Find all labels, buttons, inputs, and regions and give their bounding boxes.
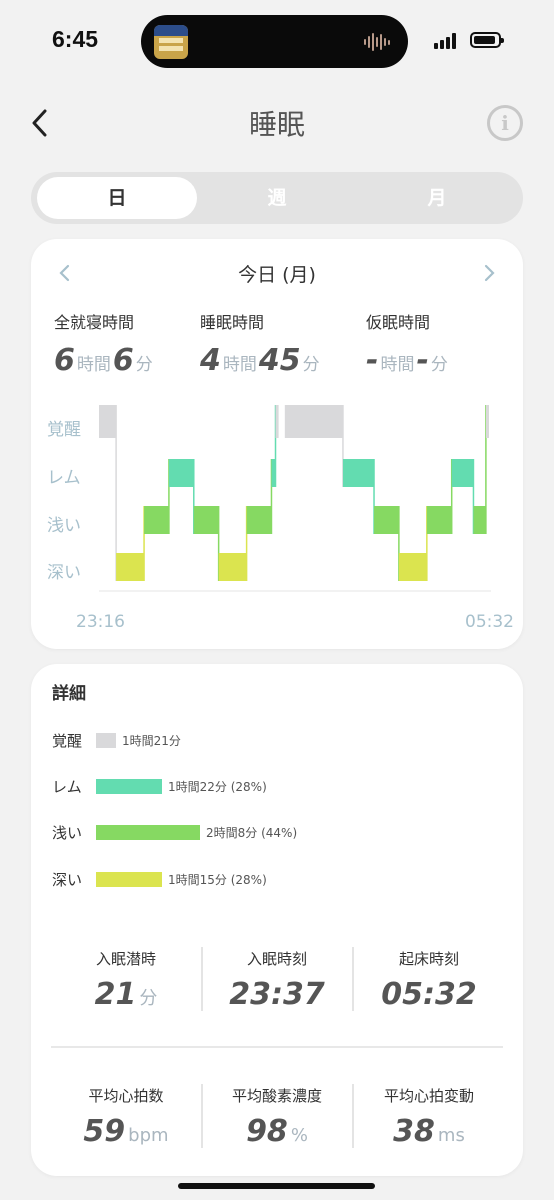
status-bar: 6:45 bbox=[0, 0, 554, 84]
metric-avg-heart-rate: 平均心拍数 59 bpm bbox=[51, 1085, 201, 1149]
metric-label: 平均心拍変動 bbox=[383, 1087, 474, 1105]
metric-wake-time: 起床時刻 05:32 bbox=[354, 948, 504, 1012]
sleep-segment bbox=[144, 506, 169, 534]
info-icon: i bbox=[501, 111, 509, 135]
sleep-segment bbox=[473, 506, 486, 534]
metric-value: 05:32 bbox=[381, 977, 477, 1012]
sleep-segment bbox=[398, 553, 427, 581]
tab-day[interactable]: 日 bbox=[37, 177, 197, 219]
detail-bar bbox=[96, 732, 116, 748]
audio-waveform-icon bbox=[364, 31, 392, 53]
detail-bar bbox=[96, 824, 200, 840]
chart-start-time: 23:16 bbox=[76, 612, 125, 632]
sleep-segment bbox=[284, 405, 343, 438]
sleep-segment bbox=[374, 506, 399, 534]
metric-unit: ms bbox=[437, 1125, 465, 1146]
detail-row-awake: 覚醒 1時間21分 bbox=[52, 730, 181, 750]
metric-label: 入眠時刻 bbox=[246, 950, 307, 968]
metric-label: 入眠潜時 bbox=[95, 950, 156, 968]
detail-duration: 1時間15分 (28%) bbox=[168, 872, 267, 887]
tab-month[interactable]: 月 bbox=[357, 177, 517, 219]
detail-row-light: 浅い 2時間8分 (44%) bbox=[52, 822, 297, 842]
metric-sleep-onset: 入眠時刻 23:37 bbox=[202, 948, 352, 1012]
sleep-segment bbox=[426, 506, 452, 534]
sleep-details-card: 詳細 覚醒 1時間21分 レム 1時間22分 (28%) 浅い 2時間8分 (4… bbox=[31, 664, 523, 1176]
detail-duration: 2時間8分 (44%) bbox=[206, 825, 298, 840]
metric-unit: 分 bbox=[139, 988, 158, 1009]
metric-unit: bpm bbox=[128, 1125, 169, 1146]
detail-row-deep: 深い 1時間15分 (28%) bbox=[52, 869, 267, 889]
metric-value: 38 bbox=[393, 1114, 435, 1149]
battery-icon bbox=[470, 32, 504, 48]
home-indicator[interactable] bbox=[178, 1183, 375, 1189]
metric-label: 起床時刻 bbox=[398, 950, 459, 968]
detail-stage-name: レム bbox=[52, 777, 82, 796]
tab-week[interactable]: 週 bbox=[197, 177, 357, 219]
sleep-segment bbox=[451, 459, 474, 487]
detail-bar bbox=[96, 778, 162, 794]
metric-value: 98 bbox=[246, 1114, 288, 1149]
detail-bar bbox=[96, 871, 162, 887]
sleep-segment bbox=[218, 553, 247, 581]
divider bbox=[51, 1046, 503, 1048]
metric-sleep-latency: 入眠潜時 21 分 bbox=[51, 948, 201, 1012]
sleep-stage-chart bbox=[99, 405, 491, 592]
cellular-signal-icon bbox=[434, 33, 460, 49]
sleep-segment bbox=[168, 459, 194, 487]
period-tabs: 日 週 月 bbox=[31, 172, 523, 224]
sleep-segment bbox=[193, 506, 219, 534]
sleep-segment bbox=[116, 553, 145, 581]
details-title: 詳細 bbox=[52, 684, 86, 704]
metric-value: 59 bbox=[83, 1114, 126, 1149]
album-art bbox=[154, 25, 188, 59]
metric-value: 21 bbox=[94, 977, 137, 1012]
metric-avg-oxygen: 平均酸素濃度 98% bbox=[202, 1085, 352, 1149]
metric-avg-hrv: 平均心拍変動 38 ms bbox=[354, 1085, 504, 1149]
status-time: 6:45 bbox=[52, 26, 99, 52]
detail-stage-name: 深い bbox=[52, 870, 83, 889]
detail-duration: 1時間22分 (28%) bbox=[168, 779, 267, 794]
detail-row-rem: レム 1時間22分 (28%) bbox=[52, 776, 267, 796]
detail-duration: 1時間21分 bbox=[122, 733, 181, 748]
info-button[interactable]: i bbox=[487, 105, 523, 141]
sleep-segment bbox=[342, 459, 375, 487]
dynamic-island[interactable] bbox=[141, 15, 408, 68]
metric-value: 23:37 bbox=[229, 977, 325, 1012]
metric-unit: % bbox=[290, 1125, 308, 1146]
sleep-segment bbox=[485, 405, 489, 438]
metric-label: 平均心拍数 bbox=[88, 1087, 164, 1105]
sleep-summary-card: 今日 (月) 全就寝時間 6 時間6 分 睡眠時間 4 時間45 分 仮眠時間 - 時間-… bbox=[31, 239, 523, 649]
page-title: 睡眠 bbox=[248, 108, 305, 141]
metric-label: 平均酸素濃度 bbox=[231, 1087, 322, 1105]
chart-end-time: 05:32 bbox=[465, 612, 514, 632]
sleep-segment bbox=[246, 506, 272, 534]
sleep-segment bbox=[99, 405, 117, 438]
detail-stage-name: 覚醒 bbox=[52, 731, 83, 750]
detail-stage-name: 浅い bbox=[52, 823, 83, 842]
sleep-segment bbox=[275, 405, 279, 438]
